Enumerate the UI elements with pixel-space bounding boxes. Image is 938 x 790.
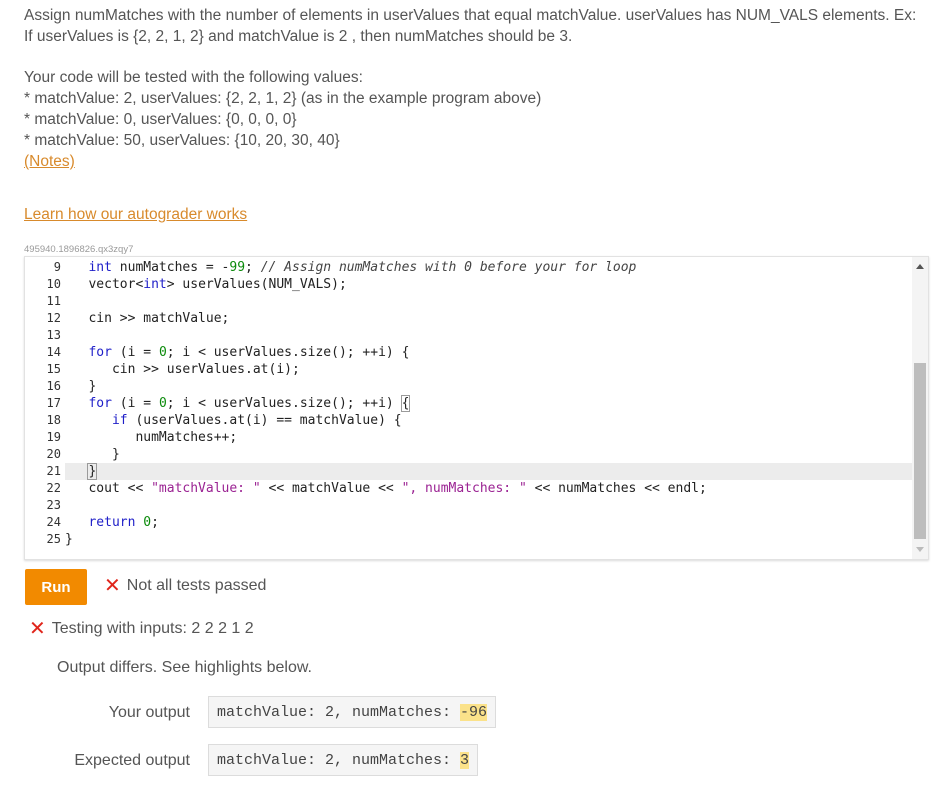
test-header: ✕ Testing with inputs: 2 2 2 1 2 — [29, 619, 254, 639]
your-output-text: matchValue: 2, numMatches: — [217, 704, 461, 721]
scroll-thumb[interactable] — [914, 363, 926, 539]
line-number: 20 — [46, 447, 61, 461]
test-case-3: * matchValue: 50, userValues: {10, 20, 3… — [24, 132, 340, 149]
code-line[interactable]: for (i = 0; i < userValues.size(); ++i) … — [65, 395, 912, 412]
line-number-gutter: 9 10 11 12 13 14 15 16 17 18 19 20 21 22 23 24 25 — [25, 257, 65, 559]
result-status-text: Not all tests passed — [126, 577, 267, 594]
line-number: 13 — [46, 328, 61, 342]
x-icon: ✕ — [104, 575, 121, 597]
code-line[interactable]: } — [65, 463, 912, 480]
notes-link[interactable]: (Notes) — [24, 153, 75, 170]
line-number: 19 — [46, 430, 61, 444]
run-button[interactable]: Run — [25, 569, 87, 605]
expected-output-text: matchValue: 2, numMatches: — [217, 752, 461, 769]
tests-intro: Your code will be tested with the follow… — [24, 69, 363, 86]
code-line[interactable] — [65, 497, 912, 514]
line-number: 17 — [46, 396, 61, 410]
test-header-text: Testing with inputs: 2 2 2 1 2 — [51, 620, 254, 637]
line-number: 15 — [46, 362, 61, 376]
line-number: 14 — [46, 345, 61, 359]
code-line[interactable]: return 0; — [65, 514, 912, 531]
code-line[interactable]: cout << "matchValue: " << matchValue << … — [65, 480, 912, 497]
editor-scrollbar[interactable] — [912, 257, 928, 559]
expected-output-label: Expected output — [74, 752, 190, 769]
line-number: 16 — [46, 379, 61, 393]
code-line[interactable]: vector<int> userValues(NUM_VALS); — [65, 276, 912, 293]
scroll-down-arrow-icon[interactable] — [916, 547, 924, 552]
challenge-id: 495940.1896826.qx3zqy7 — [24, 244, 134, 255]
expected-output-diff: 3 — [460, 752, 470, 769]
scroll-up-arrow-icon[interactable] — [916, 264, 924, 269]
line-number: 11 — [46, 294, 61, 308]
result-status: ✕ Not all tests passed — [104, 576, 266, 596]
test-case-1: * matchValue: 2, userValues: {2, 2, 1, 2… — [24, 90, 542, 107]
line-number: 24 — [46, 515, 61, 529]
code-line[interactable]: cin >> userValues.at(i); — [65, 361, 912, 378]
code-line[interactable]: for (i = 0; i < userValues.size(); ++i) … — [65, 344, 912, 361]
line-number: 21 — [46, 464, 61, 478]
your-output-diff: -96 — [460, 704, 488, 721]
code-line[interactable]: cin >> matchValue; — [65, 310, 912, 327]
code-area[interactable]: int numMatches = -99; // Assign numMatch… — [65, 257, 912, 559]
code-line[interactable]: int numMatches = -99; // Assign numMatch… — [65, 259, 912, 276]
line-number: 12 — [46, 311, 61, 325]
your-output-label: Your output — [108, 704, 190, 721]
line-number: 10 — [46, 277, 61, 291]
instructions-line-1: Assign numMatches with the number of ele… — [24, 7, 917, 24]
your-output-box: matchValue: 2, numMatches: -96 — [208, 696, 497, 728]
output-differs-note: Output differs. See highlights below. — [57, 659, 312, 676]
line-number: 25 — [46, 532, 61, 546]
code-line[interactable]: } — [65, 531, 912, 548]
code-line[interactable] — [65, 327, 912, 344]
line-number: 9 — [53, 260, 61, 274]
line-number: 23 — [46, 498, 61, 512]
test-case-2: * matchValue: 0, userValues: {0, 0, 0, 0… — [24, 111, 297, 128]
code-line[interactable]: if (userValues.at(i) == matchValue) { — [65, 412, 912, 429]
x-icon: ✕ — [29, 618, 46, 640]
code-line[interactable]: numMatches++; — [65, 429, 912, 446]
instructions: Assign numMatches with the number of ele… — [24, 5, 929, 172]
code-line[interactable]: } — [65, 378, 912, 395]
code-line[interactable]: } — [65, 446, 912, 463]
line-number: 22 — [46, 481, 61, 495]
code-editor[interactable]: 9 10 11 12 13 14 15 16 17 18 19 20 21 22 23 24 25 int nu… — [24, 256, 929, 560]
code-line[interactable] — [65, 293, 912, 310]
expected-output-box: matchValue: 2, numMatches: 3 — [208, 744, 479, 776]
line-number: 18 — [46, 413, 61, 427]
instructions-line-2: If userValues is {2, 2, 1, 2} and matchV… — [24, 28, 573, 45]
autograder-link[interactable]: Learn how our autograder works — [24, 206, 247, 223]
